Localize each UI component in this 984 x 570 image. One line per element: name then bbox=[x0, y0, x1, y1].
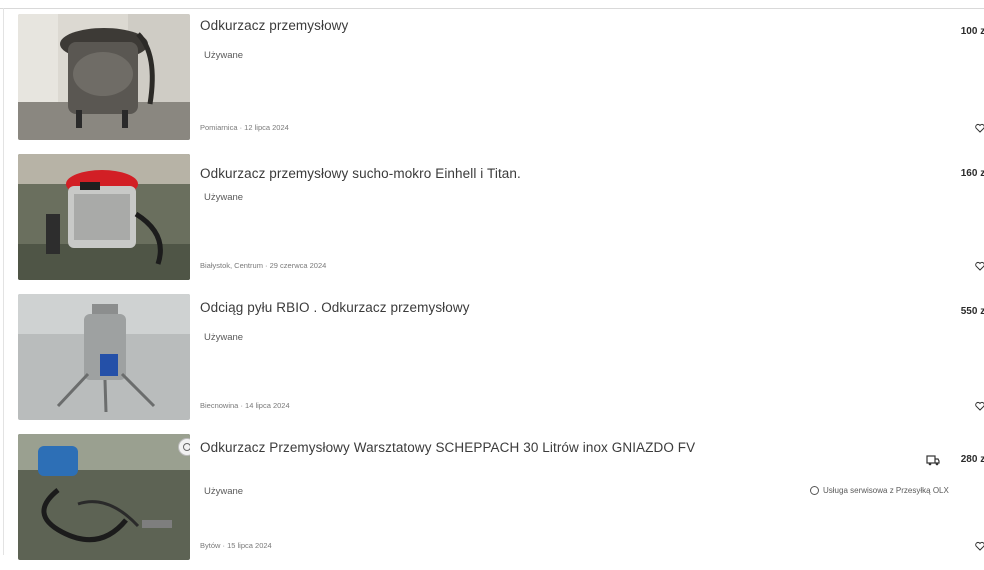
listing-price: 280 zł bbox=[960, 454, 984, 465]
listing-title[interactable]: Odkurzacz przemysłowy bbox=[200, 18, 740, 34]
listing-location-date: Pomiarnica · 12 lipca 2024 bbox=[200, 123, 289, 132]
heart-icon[interactable] bbox=[975, 401, 984, 411]
listing-location-date: Białystok, Centrum · 29 czerwca 2024 bbox=[200, 261, 327, 270]
heart-icon[interactable] bbox=[975, 261, 984, 271]
listing-thumbnail[interactable] bbox=[18, 154, 190, 280]
service-label: Usługa serwisowa z Przesyłką OLX bbox=[823, 486, 949, 495]
listing-thumbnail[interactable] bbox=[18, 14, 190, 140]
listing-location-date: Biecnowina · 14 lipca 2024 bbox=[200, 401, 290, 410]
list-top-border bbox=[0, 8, 984, 9]
listing-condition: Używane bbox=[204, 332, 244, 343]
service-badge: Usługa serwisowa z Przesyłką OLX bbox=[810, 486, 949, 495]
listing-thumbnail[interactable] bbox=[18, 434, 190, 560]
listing-card-4[interactable]: Odkurzacz Przemysłowy Warsztatowy SCHEPP… bbox=[4, 430, 984, 570]
listing-condition: Używane bbox=[204, 192, 244, 203]
camera-icon bbox=[178, 438, 190, 456]
listing-price: 100 zł bbox=[960, 26, 984, 37]
heart-icon[interactable] bbox=[975, 123, 984, 133]
heart-icon[interactable] bbox=[975, 541, 984, 551]
listing-title[interactable]: Odkurzacz przemysłowy sucho-mokro Einhel… bbox=[200, 166, 740, 182]
listing-card-3[interactable]: Odciąg pyłu RBIO . Odkurzacz przemysłowy… bbox=[4, 290, 984, 430]
listing-card-1[interactable]: Odkurzacz przemysłowy Używane Pomiarnica… bbox=[4, 10, 984, 150]
listing-card-2[interactable]: Odkurzacz przemysłowy sucho-mokro Einhel… bbox=[4, 150, 984, 290]
delivery-truck-icon bbox=[926, 454, 940, 466]
listing-condition: Używane bbox=[204, 486, 244, 497]
listing-price: 550 zł bbox=[960, 306, 984, 317]
listing-title[interactable]: Odciąg pyłu RBIO . Odkurzacz przemysłowy bbox=[200, 300, 740, 316]
listing-thumbnail[interactable] bbox=[18, 294, 190, 420]
listing-condition: Używane bbox=[204, 50, 244, 61]
listing-title[interactable]: Odkurzacz Przemysłowy Warsztatowy SCHEPP… bbox=[200, 440, 740, 456]
listing-location-date: Bytów · 15 lipca 2024 bbox=[200, 541, 272, 550]
listing-price: 160 zł bbox=[960, 168, 984, 179]
service-badge-icon bbox=[810, 486, 819, 495]
